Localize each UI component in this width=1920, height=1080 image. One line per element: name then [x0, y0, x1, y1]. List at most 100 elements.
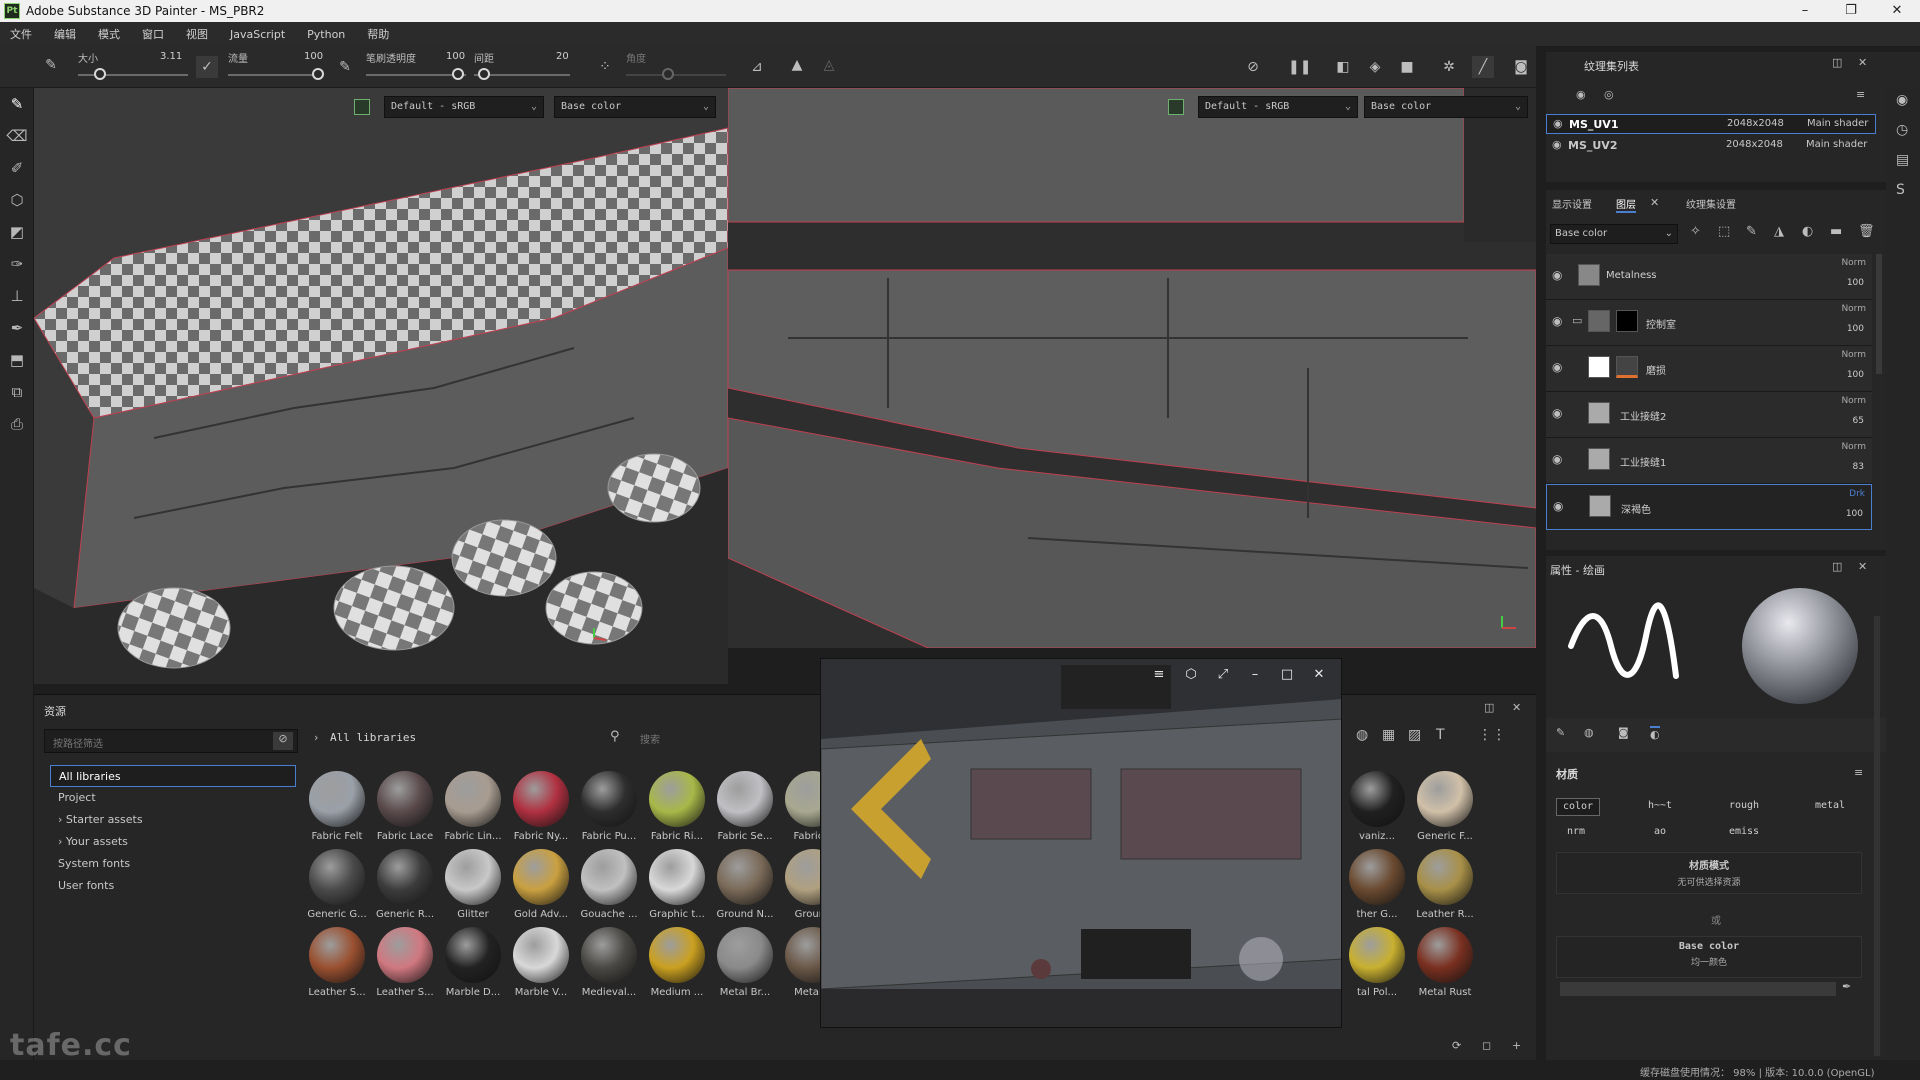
cube-view-icon[interactable]: ◈	[1364, 56, 1386, 78]
eye-icon[interactable]: ◉	[1552, 138, 1562, 151]
opacity-slider-handle[interactable]	[452, 68, 464, 80]
grid-view-icon[interactable]: ⋮⋮	[1478, 727, 1506, 743]
material-tile[interactable]: vaniz...	[1346, 771, 1408, 842]
spacing-slider-handle[interactable]	[478, 68, 490, 80]
minimize-button[interactable]: –	[1782, 0, 1828, 22]
layer-opacity[interactable]: 83	[1853, 462, 1864, 472]
colorspace-icon[interactable]	[1168, 99, 1184, 115]
projection-icon[interactable]: ✐	[0, 152, 34, 184]
layers-scrollbar[interactable]	[1876, 254, 1882, 374]
flow-value[interactable]: 100	[304, 51, 323, 62]
colorspace-icon[interactable]	[354, 99, 370, 115]
eye-toggle-icon[interactable]: ◉	[1576, 88, 1586, 101]
add-folder-icon[interactable]: ▬	[1830, 224, 1842, 239]
eye-icon[interactable]: ◉	[1553, 117, 1563, 130]
channel-height-button[interactable]: h~~t	[1640, 798, 1680, 816]
flow-slider-handle[interactable]	[312, 68, 324, 80]
viewport-3d[interactable]: Default - sRGB ⌄ Base color ⌄	[34, 88, 728, 684]
clone-stamp-icon[interactable]: ⊥	[0, 280, 34, 312]
layer-opacity[interactable]: 65	[1853, 416, 1864, 426]
channel-rough-button[interactable]: rough	[1722, 798, 1766, 816]
close-icon[interactable]: ✕	[1858, 560, 1867, 573]
layer-row[interactable]: ◉ Metalness Norm 100	[1546, 254, 1872, 300]
eyedropper-icon[interactable]: ✒	[1842, 980, 1851, 993]
opacity-slider[interactable]	[366, 74, 466, 76]
base-color-box[interactable]: Base color 均一颜色	[1556, 936, 1862, 978]
float-panel-icon[interactable]: ◫	[1832, 56, 1842, 69]
size-value[interactable]: 3.11	[160, 51, 182, 62]
add-smart-material-icon[interactable]: ◐	[1802, 224, 1813, 239]
layer-row-selected[interactable]: ◉ 深褐色 Drk 100	[1546, 484, 1872, 530]
material-tile[interactable]: Metal Br...	[714, 927, 776, 998]
pin-icon[interactable]: ⬡	[1175, 667, 1207, 682]
texture-set-row[interactable]: ◉ MS_UV1 2048x2048 Main shader	[1546, 114, 1876, 134]
texture-filter-icon[interactable]: ▦	[1382, 727, 1395, 743]
layer-blend-mode[interactable]: Norm	[1841, 442, 1866, 452]
tree-item-all-libraries[interactable]: All libraries	[50, 765, 296, 787]
material-tile[interactable]: Fabric Ri...	[646, 771, 708, 842]
close-button[interactable]: ✕	[1874, 0, 1920, 22]
menu-icon[interactable]: ≡	[1856, 88, 1865, 101]
viewport3d-colorspace-select[interactable]: Default - sRGB ⌄	[384, 96, 544, 118]
history-icon[interactable]: ◷	[1896, 122, 1908, 138]
material-picker-icon[interactable]: ⧉	[0, 376, 34, 408]
angle-slider-handle[interactable]	[662, 68, 674, 80]
material-tile[interactable]: Generic G...	[306, 849, 368, 920]
material-tile[interactable]: ther G...	[1346, 849, 1408, 920]
split-view-icon[interactable]: ◧	[1332, 56, 1354, 78]
opacity-value[interactable]: 100	[446, 51, 465, 62]
material-tile[interactable]: Marble D...	[442, 927, 504, 998]
fullscreen-icon[interactable]: ⤢	[1207, 667, 1239, 682]
material-tile[interactable]: Fabric Lace	[374, 771, 436, 842]
channel-ao-button[interactable]: ao	[1640, 824, 1680, 842]
eye-icon[interactable]: ◎	[1604, 88, 1614, 101]
viewport2d-channel-select[interactable]: Base color ⌄	[1364, 96, 1528, 118]
material-tile[interactable]: Medium ...	[646, 927, 708, 998]
size-slider-handle[interactable]	[94, 68, 106, 80]
symmetry-axis-icon[interactable]: ◬	[818, 54, 840, 76]
menu-javascript[interactable]: JavaScript	[230, 28, 285, 41]
color-picker-icon[interactable]: ✒	[0, 312, 34, 344]
viewport2d-colorspace-select[interactable]: Default - sRGB ⌄	[1198, 96, 1358, 118]
menu-mode[interactable]: 模式	[98, 26, 120, 42]
eye-icon[interactable]: ◉	[1552, 452, 1562, 466]
tab-texture-set-settings[interactable]: 纹理集设置	[1686, 196, 1736, 211]
material-tile[interactable]: Generic F...	[1414, 771, 1476, 842]
new-window-icon[interactable]: ◻	[1482, 1039, 1491, 1052]
close-icon[interactable]: ✕	[1512, 701, 1521, 714]
floating-preview-window[interactable]: ≡ ⬡ ⤢ – □ ✕	[820, 658, 1342, 1028]
paint-mode-icon[interactable]: ╱	[1472, 56, 1494, 78]
spacing-value[interactable]: 20	[556, 51, 569, 62]
substance-icon[interactable]: S	[1896, 182, 1905, 198]
close-icon[interactable]: ✕	[1858, 56, 1867, 69]
channel-emiss-button[interactable]: emiss	[1722, 824, 1766, 842]
smudge-icon[interactable]: ✑	[0, 248, 34, 280]
flow-pressure-icon[interactable]: ✎	[334, 56, 356, 78]
add-mask-icon[interactable]: ⬚	[1718, 224, 1730, 239]
material-tile[interactable]: Leather S...	[374, 927, 436, 998]
font-filter-icon[interactable]: T	[1436, 727, 1445, 743]
material-tile[interactable]: Fabric Se...	[714, 771, 776, 842]
close-icon[interactable]: ✕	[1650, 196, 1659, 209]
viewport3d-channel-select[interactable]: Base color ⌄	[554, 96, 716, 118]
globe-icon[interactable]: ◉	[1896, 92, 1908, 108]
layer-row[interactable]: ◉ ▭ 控制室 Norm 100	[1546, 300, 1872, 346]
eye-icon[interactable]: ◉	[1552, 406, 1562, 420]
asset-filter-input[interactable]: 按路径筛选 ⊘	[44, 729, 298, 753]
pen-pressure-icon[interactable]: ✓	[196, 56, 218, 78]
layer-opacity[interactable]: 100	[1847, 324, 1864, 334]
eye-icon[interactable]: ◉	[1552, 268, 1562, 282]
properties-scrollbar[interactable]	[1874, 616, 1880, 1056]
flow-slider[interactable]	[228, 74, 320, 76]
menu-view[interactable]: 视图	[186, 26, 208, 42]
bake-icon[interactable]: ⬒	[0, 344, 34, 376]
symmetry-icon[interactable]: ▲	[786, 54, 808, 76]
viewport-2d[interactable]: Default - sRGB ⌄ Base color ⌄	[728, 88, 1536, 648]
channel-nrm-button[interactable]: nrm	[1556, 824, 1596, 842]
asset-search-input[interactable]: 搜索	[640, 731, 660, 746]
menu-window[interactable]: 窗口	[142, 26, 164, 42]
brush-preset-icon[interactable]: ✎	[40, 54, 62, 76]
menu-help[interactable]: 帮助	[367, 26, 389, 42]
material-mode-box[interactable]: 材质模式 无可供选择资源	[1556, 852, 1862, 894]
add-effect-icon[interactable]: ✧	[1690, 224, 1701, 239]
